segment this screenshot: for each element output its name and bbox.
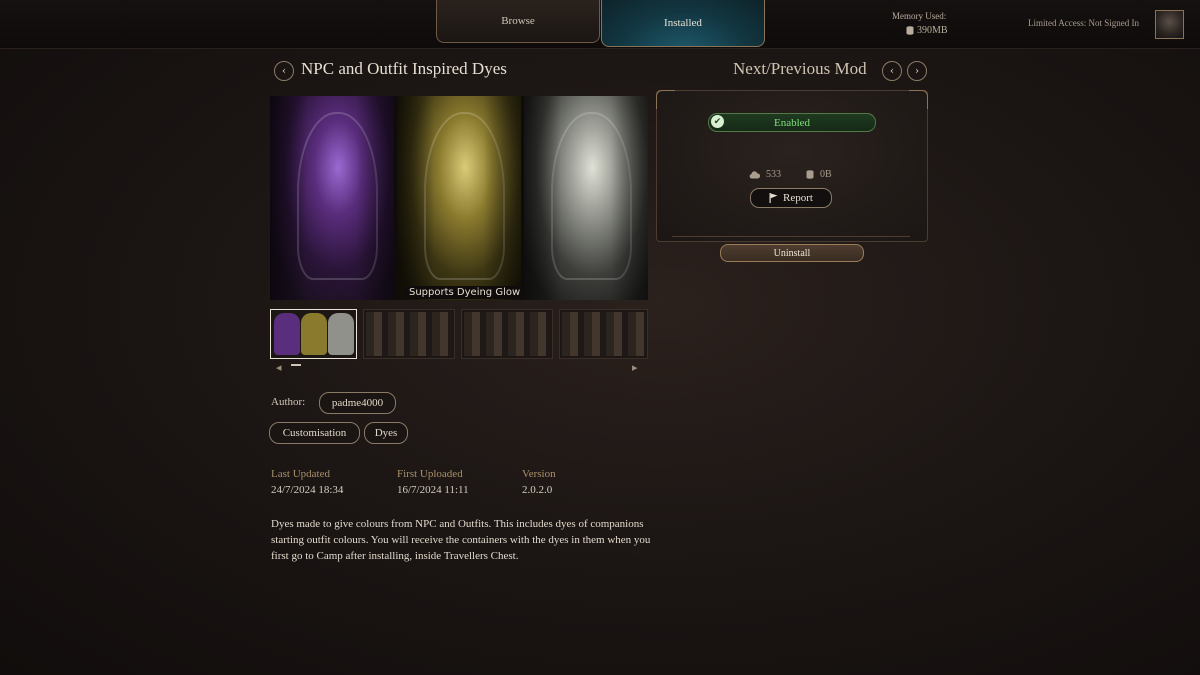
chevron-left-icon: ‹: [282, 65, 286, 77]
enabled-label: Enabled: [773, 116, 811, 129]
first-uploaded-label: First Uploaded: [397, 468, 463, 480]
scroll-right-icon[interactable]: ▸: [632, 361, 638, 374]
size-stat: 0B: [806, 169, 832, 180]
flag-icon: [769, 193, 778, 203]
access-status: Limited Access: Not Signed In: [1028, 18, 1139, 28]
tab-installed[interactable]: Installed: [601, 0, 765, 47]
database-icon: [906, 26, 914, 35]
cloud-download-icon: [749, 170, 760, 178]
mod-description: Dyes made to give colours from NPC and O…: [271, 518, 651, 562]
avatar[interactable]: [1155, 10, 1184, 39]
last-updated-label: Last Updated: [271, 468, 330, 480]
divider: [672, 236, 910, 237]
gallery-image-silver-armor: [524, 96, 648, 300]
gallery-image-gold-armor: [397, 96, 521, 300]
thumbnail-4[interactable]: [559, 309, 648, 359]
next-mod-button[interactable]: ›: [907, 61, 927, 81]
image-caption: Supports Dyeing Glow: [404, 286, 526, 299]
thumbnail-2[interactable]: [362, 309, 456, 359]
author-label: Author:: [271, 396, 306, 408]
uninstall-button[interactable]: Uninstall: [720, 244, 864, 262]
author-button[interactable]: padme4000: [319, 392, 396, 414]
page-title: NPC and Outfit Inspired Dyes: [301, 59, 507, 78]
tag-customisation[interactable]: Customisation: [269, 422, 360, 444]
downloads-stat: 533: [749, 169, 781, 180]
tab-browse-label: Browse: [501, 15, 535, 27]
thumbnail-strip: [270, 309, 648, 359]
report-label: Report: [783, 192, 813, 204]
enabled-toggle[interactable]: ✔ Enabled: [708, 113, 876, 132]
report-button[interactable]: Report: [750, 188, 832, 208]
downloads-count: 533: [766, 169, 781, 180]
uninstall-label: Uninstall: [773, 247, 811, 259]
scroll-left-icon[interactable]: ◂: [276, 361, 282, 374]
thumbnail-selected[interactable]: [270, 309, 357, 359]
next-previous-mod-label: Next/Previous Mod: [733, 59, 867, 78]
size-value: 0B: [820, 169, 832, 180]
previous-mod-button[interactable]: ‹: [882, 61, 902, 81]
first-uploaded-value: 16/7/2024 11:11: [397, 484, 469, 496]
last-updated-value: 24/7/2024 18:34: [271, 484, 344, 496]
memory-amount: 390MB: [917, 25, 948, 36]
chevron-left-icon: ‹: [890, 65, 894, 77]
check-icon: ✔: [711, 115, 724, 128]
top-bar: Browse Installed Memory Used: 390MB Limi…: [0, 0, 1200, 49]
thumbnail-scroll-indicator[interactable]: [291, 364, 301, 366]
thumbnail-3[interactable]: [461, 309, 554, 359]
tab-installed-label: Installed: [664, 17, 702, 29]
version-value: 2.0.2.0: [522, 484, 553, 496]
tag-dyes[interactable]: Dyes: [364, 422, 408, 444]
memory-label: Memory Used:: [892, 11, 947, 21]
tab-browse[interactable]: Browse: [436, 0, 600, 43]
version-label: Version: [522, 468, 556, 480]
memory-value: 390MB: [906, 25, 948, 36]
database-icon: [806, 170, 814, 179]
chevron-right-icon: ›: [915, 65, 919, 77]
gallery-image-purple-armor: [270, 96, 394, 300]
back-button[interactable]: ‹: [274, 61, 294, 81]
image-gallery[interactable]: [270, 96, 648, 300]
